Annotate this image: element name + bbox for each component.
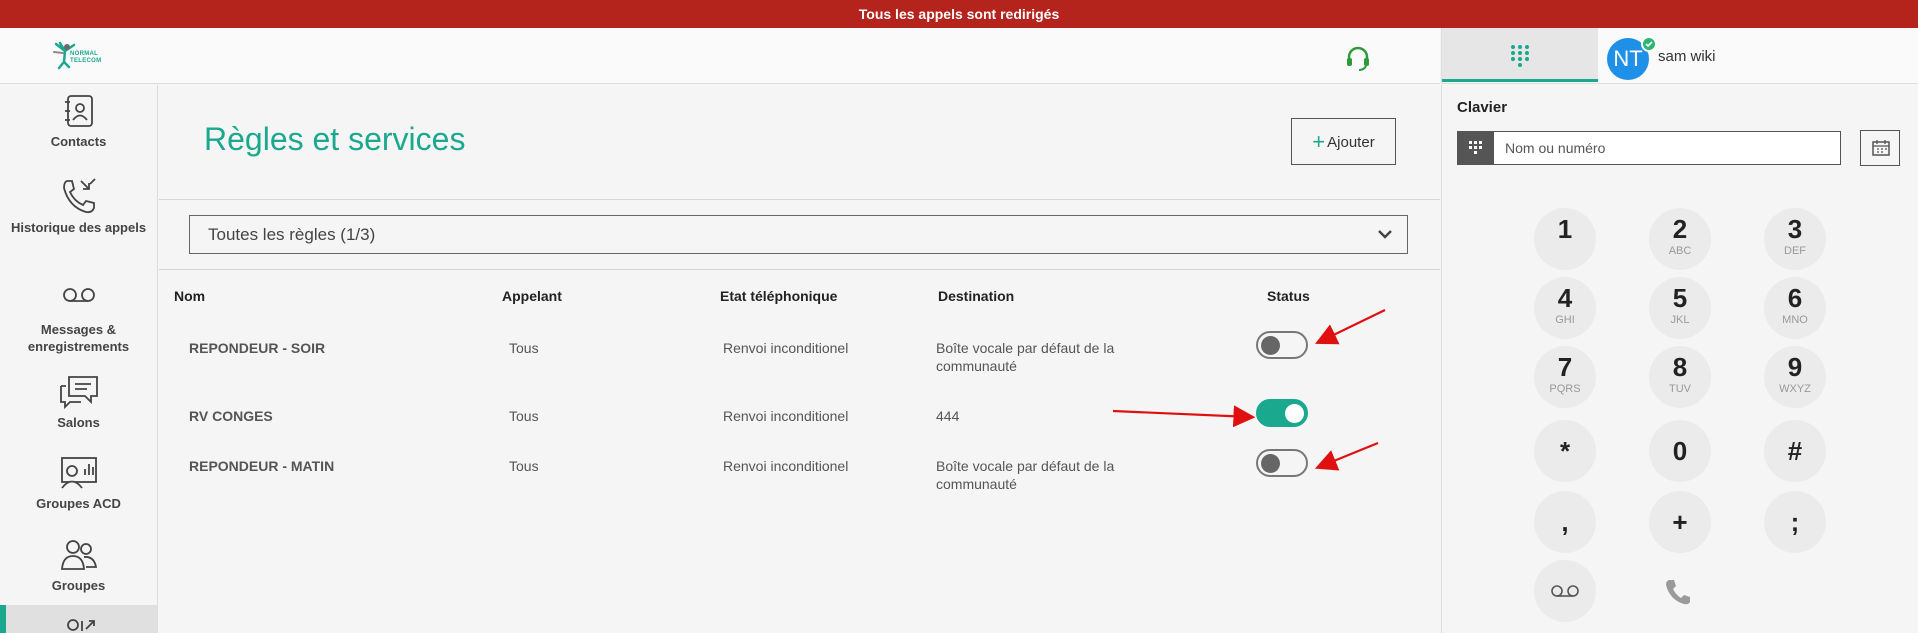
- sidebar-item-label: Contacts: [50, 134, 107, 149]
- rule-caller: Tous: [509, 458, 539, 474]
- rule-caller: Tous: [509, 340, 539, 356]
- sidebar-item-acd-groups[interactable]: Groupes ACD: [0, 455, 157, 512]
- user-name[interactable]: sam wiki: [1658, 48, 1716, 65]
- rule-caller: Tous: [509, 408, 539, 424]
- key-9[interactable]: 9 WXYZ: [1764, 346, 1826, 408]
- sidebar-item-label: Historique des appels: [10, 220, 147, 235]
- sidebar-item-label: Salons: [57, 415, 100, 430]
- rule-name[interactable]: REPONDEUR - SOIR: [189, 339, 325, 357]
- rule-name[interactable]: RV CONGES: [189, 407, 273, 425]
- rule-status-toggle[interactable]: [1256, 331, 1308, 359]
- column-header-destination[interactable]: Destination: [938, 288, 1014, 304]
- column-header-status[interactable]: Status: [1267, 288, 1310, 304]
- rule-state: Renvoi inconditionel: [723, 408, 849, 424]
- plus-icon: +: [1312, 129, 1326, 154]
- page-title: Règles et services: [204, 121, 466, 157]
- logo-text-1: NORMAL: [70, 51, 99, 57]
- rule-destination: 444: [936, 408, 960, 424]
- rule-state: Renvoi inconditionel: [723, 340, 849, 356]
- voicemail-key[interactable]: [1534, 560, 1596, 622]
- rules-icon: [67, 619, 95, 631]
- status-available-icon: [1641, 36, 1657, 52]
- key-comma[interactable]: ,: [1534, 491, 1596, 553]
- groups-icon: [60, 540, 97, 570]
- rule-name[interactable]: REPONDEUR - MATIN: [189, 457, 334, 475]
- key-6[interactable]: 6 MNO: [1764, 277, 1826, 339]
- main-content: Règles et services + Ajouter Toutes les r…: [159, 85, 1440, 633]
- dial-search-input[interactable]: [1494, 132, 1840, 164]
- rules-filter-select[interactable]: Toutes les règles (1/3): [189, 215, 1408, 254]
- keypad-title: Clavier: [1457, 99, 1508, 116]
- right-panel-tabs: NT sam wiki: [1441, 28, 1918, 84]
- company-logo[interactable]: NORMAL TELECOM: [52, 40, 112, 72]
- key-2[interactable]: 2 ABC: [1649, 208, 1711, 270]
- phone-icon: [1666, 580, 1690, 605]
- key-hash[interactable]: #: [1764, 420, 1826, 482]
- dial-search: [1457, 131, 1841, 165]
- rule-status-toggle[interactable]: [1256, 399, 1308, 427]
- annotation-arrow: [1112, 405, 1256, 428]
- key-7[interactable]: 7 PQRS: [1534, 346, 1596, 408]
- key-8[interactable]: 8 TUV: [1649, 346, 1711, 408]
- sidebar-item-label: Groupes: [51, 578, 106, 593]
- rule-state: Renvoi inconditionel: [723, 458, 849, 474]
- sidebar: Contacts Historique des appels Messages …: [0, 85, 158, 633]
- annotation-arrows: [1112, 309, 1386, 471]
- acd-groups-icon: [60, 457, 97, 489]
- divider: [159, 199, 1440, 200]
- sidebar-item-rules[interactable]: [0, 605, 157, 633]
- key-3[interactable]: 3 DEF: [1764, 208, 1826, 270]
- dialpad-toggle-button[interactable]: [1458, 132, 1494, 164]
- dialpad-icon: [1511, 45, 1529, 67]
- rule-destination: Boîte vocale par défaut de la communauté: [936, 458, 1115, 492]
- column-header-state[interactable]: Etat téléphonique: [720, 288, 837, 304]
- headset-icon[interactable]: [1344, 44, 1372, 72]
- rule-status-toggle[interactable]: [1256, 449, 1308, 477]
- sidebar-item-call-history[interactable]: Historique des appels: [0, 177, 157, 236]
- voicemail-icon: [1551, 585, 1579, 597]
- filter-value: Toutes les règles (1/3): [208, 225, 376, 244]
- call-history-icon: [62, 178, 96, 214]
- key-star[interactable]: *: [1534, 420, 1596, 482]
- contacts-book-icon: [64, 95, 93, 127]
- add-button-label: Ajouter: [1327, 134, 1375, 151]
- key-4[interactable]: 4 GHI: [1534, 277, 1596, 339]
- sidebar-item-groups[interactable]: Groupes: [0, 537, 157, 594]
- column-header-name[interactable]: Nom: [174, 288, 205, 304]
- call-button[interactable]: [1663, 577, 1697, 611]
- app-header: NORMAL TELECOM: [0, 28, 1440, 84]
- tab-keypad[interactable]: [1442, 28, 1598, 82]
- chat-rooms-icon: [59, 376, 98, 410]
- annotation-arrow: [1314, 441, 1379, 471]
- keypad-panel: Clavier 1 2ABC 3DEF 4GHI 5JKL 6MNO 7PQRS…: [1441, 85, 1918, 633]
- column-header-caller[interactable]: Appelant: [502, 288, 562, 304]
- annotation-arrow: [1315, 309, 1386, 345]
- rule-destination: Boîte vocale par défaut de la communauté: [936, 340, 1115, 374]
- divider: [159, 269, 1440, 270]
- calendar-icon: [1872, 140, 1890, 156]
- calendar-button[interactable]: [1860, 130, 1900, 166]
- key-0[interactable]: 0: [1649, 420, 1711, 482]
- dialpad-small-icon: [1469, 141, 1482, 154]
- sidebar-item-contacts[interactable]: Contacts: [0, 93, 157, 150]
- key-5[interactable]: 5 JKL: [1649, 277, 1711, 339]
- redirect-banner: Tous les appels sont redirigés: [0, 0, 1918, 28]
- sidebar-item-salons[interactable]: Salons: [0, 374, 157, 431]
- sidebar-item-messages[interactable]: Messages & enregistrements: [0, 285, 157, 355]
- logo-text-2: TELECOM: [70, 58, 102, 64]
- key-semicolon[interactable]: ;: [1764, 491, 1826, 553]
- voicemail-icon: [62, 288, 95, 302]
- sidebar-item-label: Groupes ACD: [36, 496, 121, 511]
- sidebar-item-label: Messages & enregistrements: [27, 322, 130, 354]
- chevron-down-icon: [1378, 230, 1392, 239]
- key-1[interactable]: 1: [1534, 208, 1596, 270]
- add-rule-button[interactable]: + Ajouter: [1291, 118, 1396, 165]
- key-plus[interactable]: +: [1649, 491, 1711, 553]
